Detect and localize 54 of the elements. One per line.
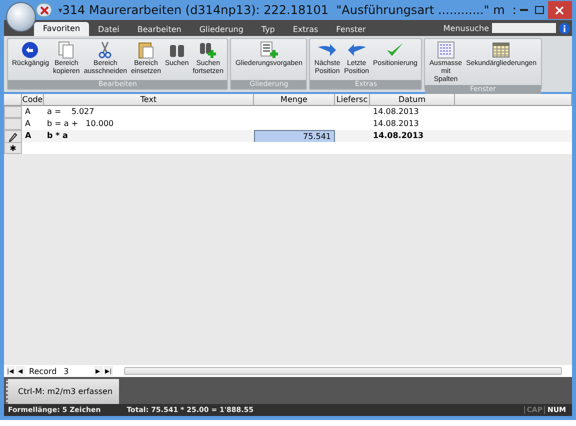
table-cell-text: 14.08.2013 bbox=[372, 118, 420, 130]
minimize-icon bbox=[520, 9, 528, 11]
maximize-icon bbox=[535, 6, 544, 14]
ribbon-tab[interactable]: Typ bbox=[252, 24, 284, 36]
column-header[interactable]: Menge bbox=[254, 94, 335, 106]
table-cell-text: a = 5.027 bbox=[46, 106, 96, 118]
copy-icon bbox=[58, 41, 74, 59]
ribbon-tab[interactable]: Fenster bbox=[327, 24, 375, 36]
column-header[interactable]: Datum bbox=[370, 94, 455, 106]
quick-close-button[interactable] bbox=[36, 3, 52, 17]
menu-search-field[interactable] bbox=[492, 23, 556, 33]
table-cell-text: A bbox=[24, 106, 32, 118]
horizontal-scrollbar[interactable] bbox=[124, 367, 562, 375]
ribbon-tab[interactable]: Datei bbox=[89, 24, 128, 36]
binoculars-plus-icon bbox=[199, 41, 218, 59]
columns-icon bbox=[436, 41, 455, 59]
ribbon-tab[interactable]: Bearbeiten bbox=[128, 24, 190, 36]
table-icon bbox=[492, 42, 510, 58]
table-cell-text: 14.08.2013 bbox=[372, 106, 420, 118]
close-button[interactable] bbox=[548, 1, 572, 19]
table-row[interactable]: A b = a + 10.000 14.08.2013 bbox=[4, 118, 572, 130]
table-cell-text: b = a + 10.000 bbox=[46, 118, 115, 130]
row-header-corner bbox=[4, 94, 22, 106]
menu-search-label: Menusuche bbox=[443, 24, 489, 32]
list-plus-icon bbox=[260, 41, 278, 59]
info-icon[interactable] bbox=[559, 22, 570, 34]
table-cell-text: A bbox=[24, 118, 32, 130]
arrow-left-icon bbox=[346, 43, 367, 57]
column-header[interactable]: Liefersc bbox=[335, 94, 370, 106]
arrow-right-icon bbox=[317, 43, 338, 57]
quick-access-dropdown[interactable]: ▾ bbox=[58, 6, 62, 14]
record-label: Record bbox=[28, 366, 58, 376]
column-header[interactable]: Code bbox=[22, 94, 44, 106]
new-row[interactable]: ✱ bbox=[4, 142, 572, 154]
close-icon bbox=[555, 6, 564, 14]
ribbon-tab[interactable]: Gliederung bbox=[190, 24, 252, 36]
table-row[interactable]: A a = 5.027 14.08.2013 bbox=[4, 106, 572, 118]
ribbon-tab[interactable]: Favoriten bbox=[34, 22, 90, 36]
table-row[interactable]: A b * a 75.541 14.08.2013 bbox=[4, 130, 572, 142]
ribbon-tab[interactable]: Extras bbox=[284, 24, 328, 36]
checkmark-icon bbox=[386, 42, 404, 58]
pencil-icon bbox=[9, 132, 17, 142]
window-title: 314 Maurerarbeiten (d314np13): 222.18101 "Ausführungsart ............" m : bbox=[62, 3, 516, 17]
close-icon bbox=[40, 6, 49, 14]
table-cell-text: 14.08.2013 bbox=[372, 130, 425, 142]
shortcut-button[interactable]: Ctrl-M: m2/m3 erfassen bbox=[6, 379, 119, 404]
app-menu-orb[interactable] bbox=[6, 2, 36, 32]
table-cell-text: b * a bbox=[46, 130, 69, 142]
clipboard-icon bbox=[138, 41, 154, 59]
table-cell-text: A bbox=[24, 130, 32, 142]
column-header[interactable]: Text bbox=[44, 94, 254, 106]
row-selector[interactable]: ✱ bbox=[4, 142, 22, 154]
undo-icon bbox=[21, 41, 40, 59]
scissors-icon bbox=[98, 41, 112, 59]
